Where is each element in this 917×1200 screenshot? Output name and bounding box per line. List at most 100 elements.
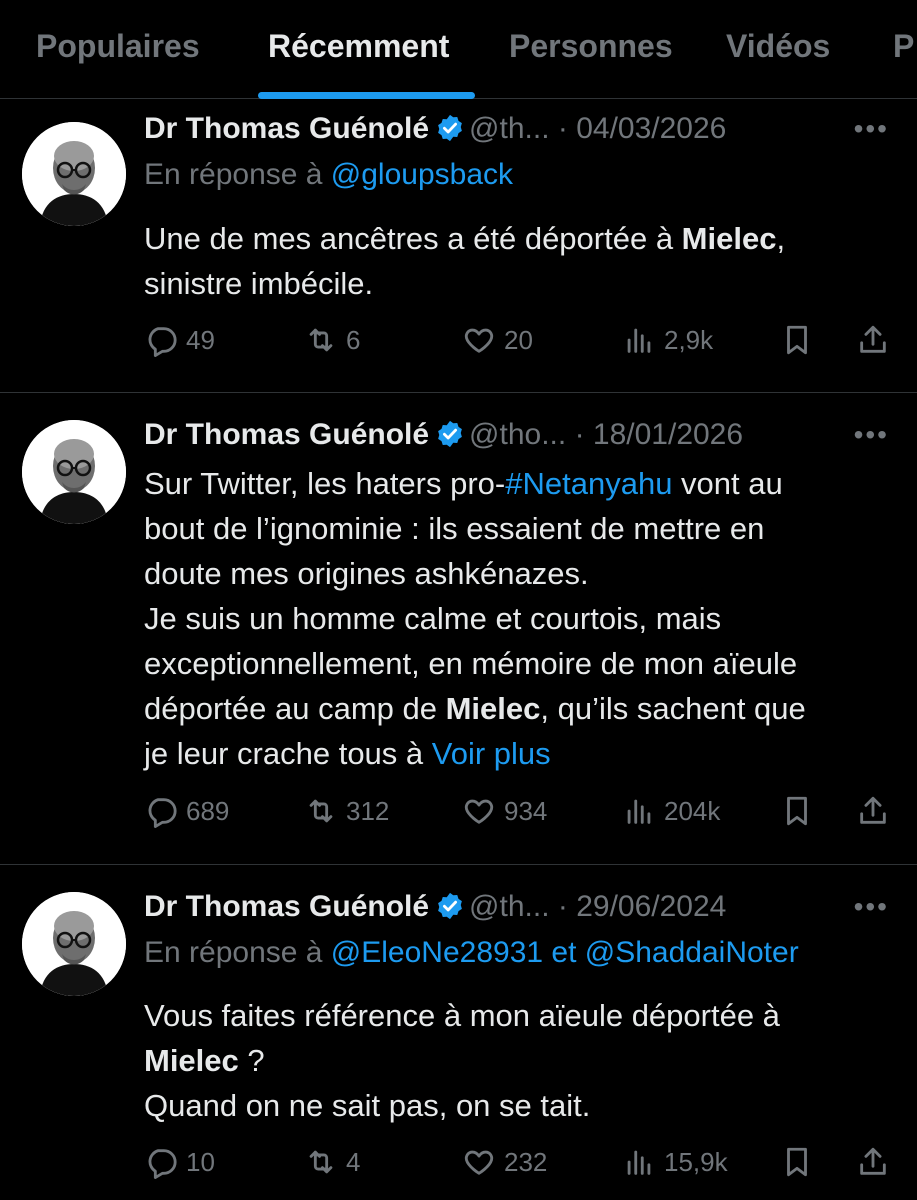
tweet-actions: 10 4 232 15,9k bbox=[144, 1145, 904, 1185]
author-handle[interactable]: @th... bbox=[469, 890, 549, 923]
like-icon bbox=[464, 799, 494, 824]
share-button[interactable] bbox=[856, 1145, 890, 1179]
reply-count: 10 bbox=[186, 1146, 215, 1177]
views-count: 204k bbox=[664, 795, 721, 826]
reply-count: 689 bbox=[186, 795, 230, 826]
separator-dot: · bbox=[557, 890, 568, 923]
author-name[interactable]: Dr Thomas Guénolé bbox=[144, 890, 429, 923]
text-segment: je leur crache tous à bbox=[144, 736, 432, 771]
repost-button[interactable]: 6 bbox=[304, 323, 360, 357]
bookmark-button[interactable] bbox=[780, 323, 814, 357]
tab-populaires[interactable]: Populaires bbox=[36, 28, 200, 65]
text-segment: , qu’ils sachent que bbox=[540, 691, 806, 726]
reply-mention[interactable]: @gloupsback bbox=[331, 158, 513, 191]
bold-text: Mielec bbox=[445, 691, 541, 726]
avatar[interactable] bbox=[22, 892, 126, 996]
tab-recemment[interactable]: Récemment bbox=[268, 28, 449, 65]
text-segment: déportée au camp de bbox=[144, 691, 446, 726]
share-icon bbox=[860, 325, 886, 353]
tab-videos[interactable]: Vidéos bbox=[726, 28, 830, 65]
separator-dot: · bbox=[557, 112, 568, 145]
like-icon bbox=[464, 1150, 494, 1175]
active-tab-indicator bbox=[258, 92, 475, 99]
views-icon bbox=[627, 328, 651, 353]
text-segment: exceptionnellement, en mémoire de mon aï… bbox=[144, 646, 798, 681]
avatar[interactable] bbox=[22, 122, 126, 226]
tweet-text: Vous faites référence à mon aïeule dépor… bbox=[144, 993, 904, 1128]
views-button[interactable]: 15,9k bbox=[622, 1145, 728, 1179]
bookmark-icon bbox=[787, 796, 807, 826]
share-button[interactable] bbox=[856, 323, 890, 357]
bookmark-icon bbox=[787, 1147, 807, 1177]
share-icon bbox=[860, 1147, 886, 1175]
reply-count: 49 bbox=[186, 324, 215, 355]
text-segment: Vous faites référence à mon aïeule dépor… bbox=[144, 998, 780, 1033]
tweet-header: Dr Thomas Guénolé @th... · 04/03/2026 bbox=[144, 111, 726, 147]
reply-icon bbox=[148, 1149, 177, 1179]
avatar-image bbox=[22, 420, 126, 524]
views-count: 2,9k bbox=[664, 324, 714, 355]
tweet-header: Dr Thomas Guénolé @tho... · 18/01/2026 bbox=[144, 417, 743, 453]
tweet-header: Dr Thomas Guénolé @th... · 29/06/2024 bbox=[144, 889, 726, 925]
text-segment: sinistre imbécile. bbox=[144, 266, 374, 301]
bold-text: Mielec bbox=[144, 1043, 239, 1078]
reply-prefix: En réponse à bbox=[144, 936, 331, 969]
like-count: 20 bbox=[504, 324, 533, 355]
tweet-date[interactable]: 04/03/2026 bbox=[576, 112, 726, 145]
tweet-date[interactable]: 29/06/2024 bbox=[576, 890, 726, 923]
like-button[interactable]: 20 bbox=[462, 323, 533, 357]
tweet[interactable]: Dr Thomas Guénolé @tho... · 18/01/2026 ••… bbox=[0, 393, 917, 865]
reply-button[interactable]: 49 bbox=[144, 323, 215, 357]
avatar-image bbox=[22, 892, 126, 996]
reply-mention[interactable]: @EleoNe28931 bbox=[331, 936, 543, 969]
text-segment: bout de l’ignominie : ils essaient de me… bbox=[144, 511, 765, 546]
bold-text: Mielec bbox=[681, 221, 777, 256]
text-segment: vont au bbox=[672, 466, 783, 501]
hashtag-link[interactable]: #Netanyahu bbox=[505, 466, 672, 501]
reply-mention[interactable]: @ShaddaiNoter bbox=[585, 936, 799, 969]
repost-button[interactable]: 312 bbox=[304, 794, 389, 828]
avatar-image bbox=[22, 122, 126, 226]
text-segment: doute mes origines ashkénazes. bbox=[144, 556, 589, 591]
tweet-actions: 49 6 20 2,9k bbox=[144, 323, 904, 363]
repost-button[interactable]: 4 bbox=[304, 1145, 360, 1179]
repost-icon bbox=[309, 1150, 333, 1174]
views-button[interactable]: 2,9k bbox=[622, 323, 713, 357]
tweet-date[interactable]: 18/01/2026 bbox=[593, 418, 743, 451]
reply-conjunction: et bbox=[543, 936, 585, 969]
share-button[interactable] bbox=[856, 794, 890, 828]
repost-icon bbox=[309, 799, 333, 823]
show-more-link[interactable]: Voir plus bbox=[432, 736, 551, 771]
tab-personnes[interactable]: Personnes bbox=[509, 28, 673, 65]
text-segment: ? bbox=[238, 1043, 265, 1078]
author-handle[interactable]: @tho... bbox=[469, 418, 566, 451]
author-handle[interactable]: @th... bbox=[469, 112, 549, 145]
author-name[interactable]: Dr Thomas Guénolé bbox=[144, 112, 429, 145]
like-button[interactable]: 934 bbox=[462, 794, 547, 828]
reply-button[interactable]: 689 bbox=[144, 794, 229, 828]
like-count: 934 bbox=[504, 795, 548, 826]
tweet[interactable]: Dr Thomas Guénolé @th... · 29/06/2024 •••… bbox=[0, 865, 917, 1200]
more-options-icon[interactable]: ••• bbox=[854, 891, 889, 923]
author-name[interactable]: Dr Thomas Guénolé bbox=[144, 418, 429, 451]
more-options-icon[interactable]: ••• bbox=[854, 113, 889, 145]
reply-button[interactable]: 10 bbox=[144, 1145, 215, 1179]
views-button[interactable]: 204k bbox=[622, 794, 720, 828]
like-count: 232 bbox=[504, 1146, 548, 1177]
bookmark-button[interactable] bbox=[780, 794, 814, 828]
like-button[interactable]: 232 bbox=[462, 1145, 547, 1179]
more-options-icon[interactable]: ••• bbox=[854, 419, 889, 451]
search-tabs: Populaires Récemment Personnes Vidéos P bbox=[0, 0, 917, 99]
repost-count: 312 bbox=[346, 795, 390, 826]
reply-icon bbox=[148, 327, 177, 357]
verified-badge-icon bbox=[435, 891, 465, 921]
tweet[interactable]: Dr Thomas Guénolé @th... · 04/03/2026 •••… bbox=[0, 99, 917, 393]
tweet-text: Une de mes ancêtres a été déportée à Mie… bbox=[144, 216, 904, 306]
tab-photos[interactable]: P bbox=[893, 28, 914, 65]
separator-dot: · bbox=[574, 418, 585, 451]
like-icon bbox=[464, 328, 494, 353]
tweet-actions: 689 312 934 204k bbox=[144, 794, 904, 834]
avatar[interactable] bbox=[22, 420, 126, 524]
repost-icon bbox=[309, 328, 333, 352]
bookmark-button[interactable] bbox=[780, 1145, 814, 1179]
